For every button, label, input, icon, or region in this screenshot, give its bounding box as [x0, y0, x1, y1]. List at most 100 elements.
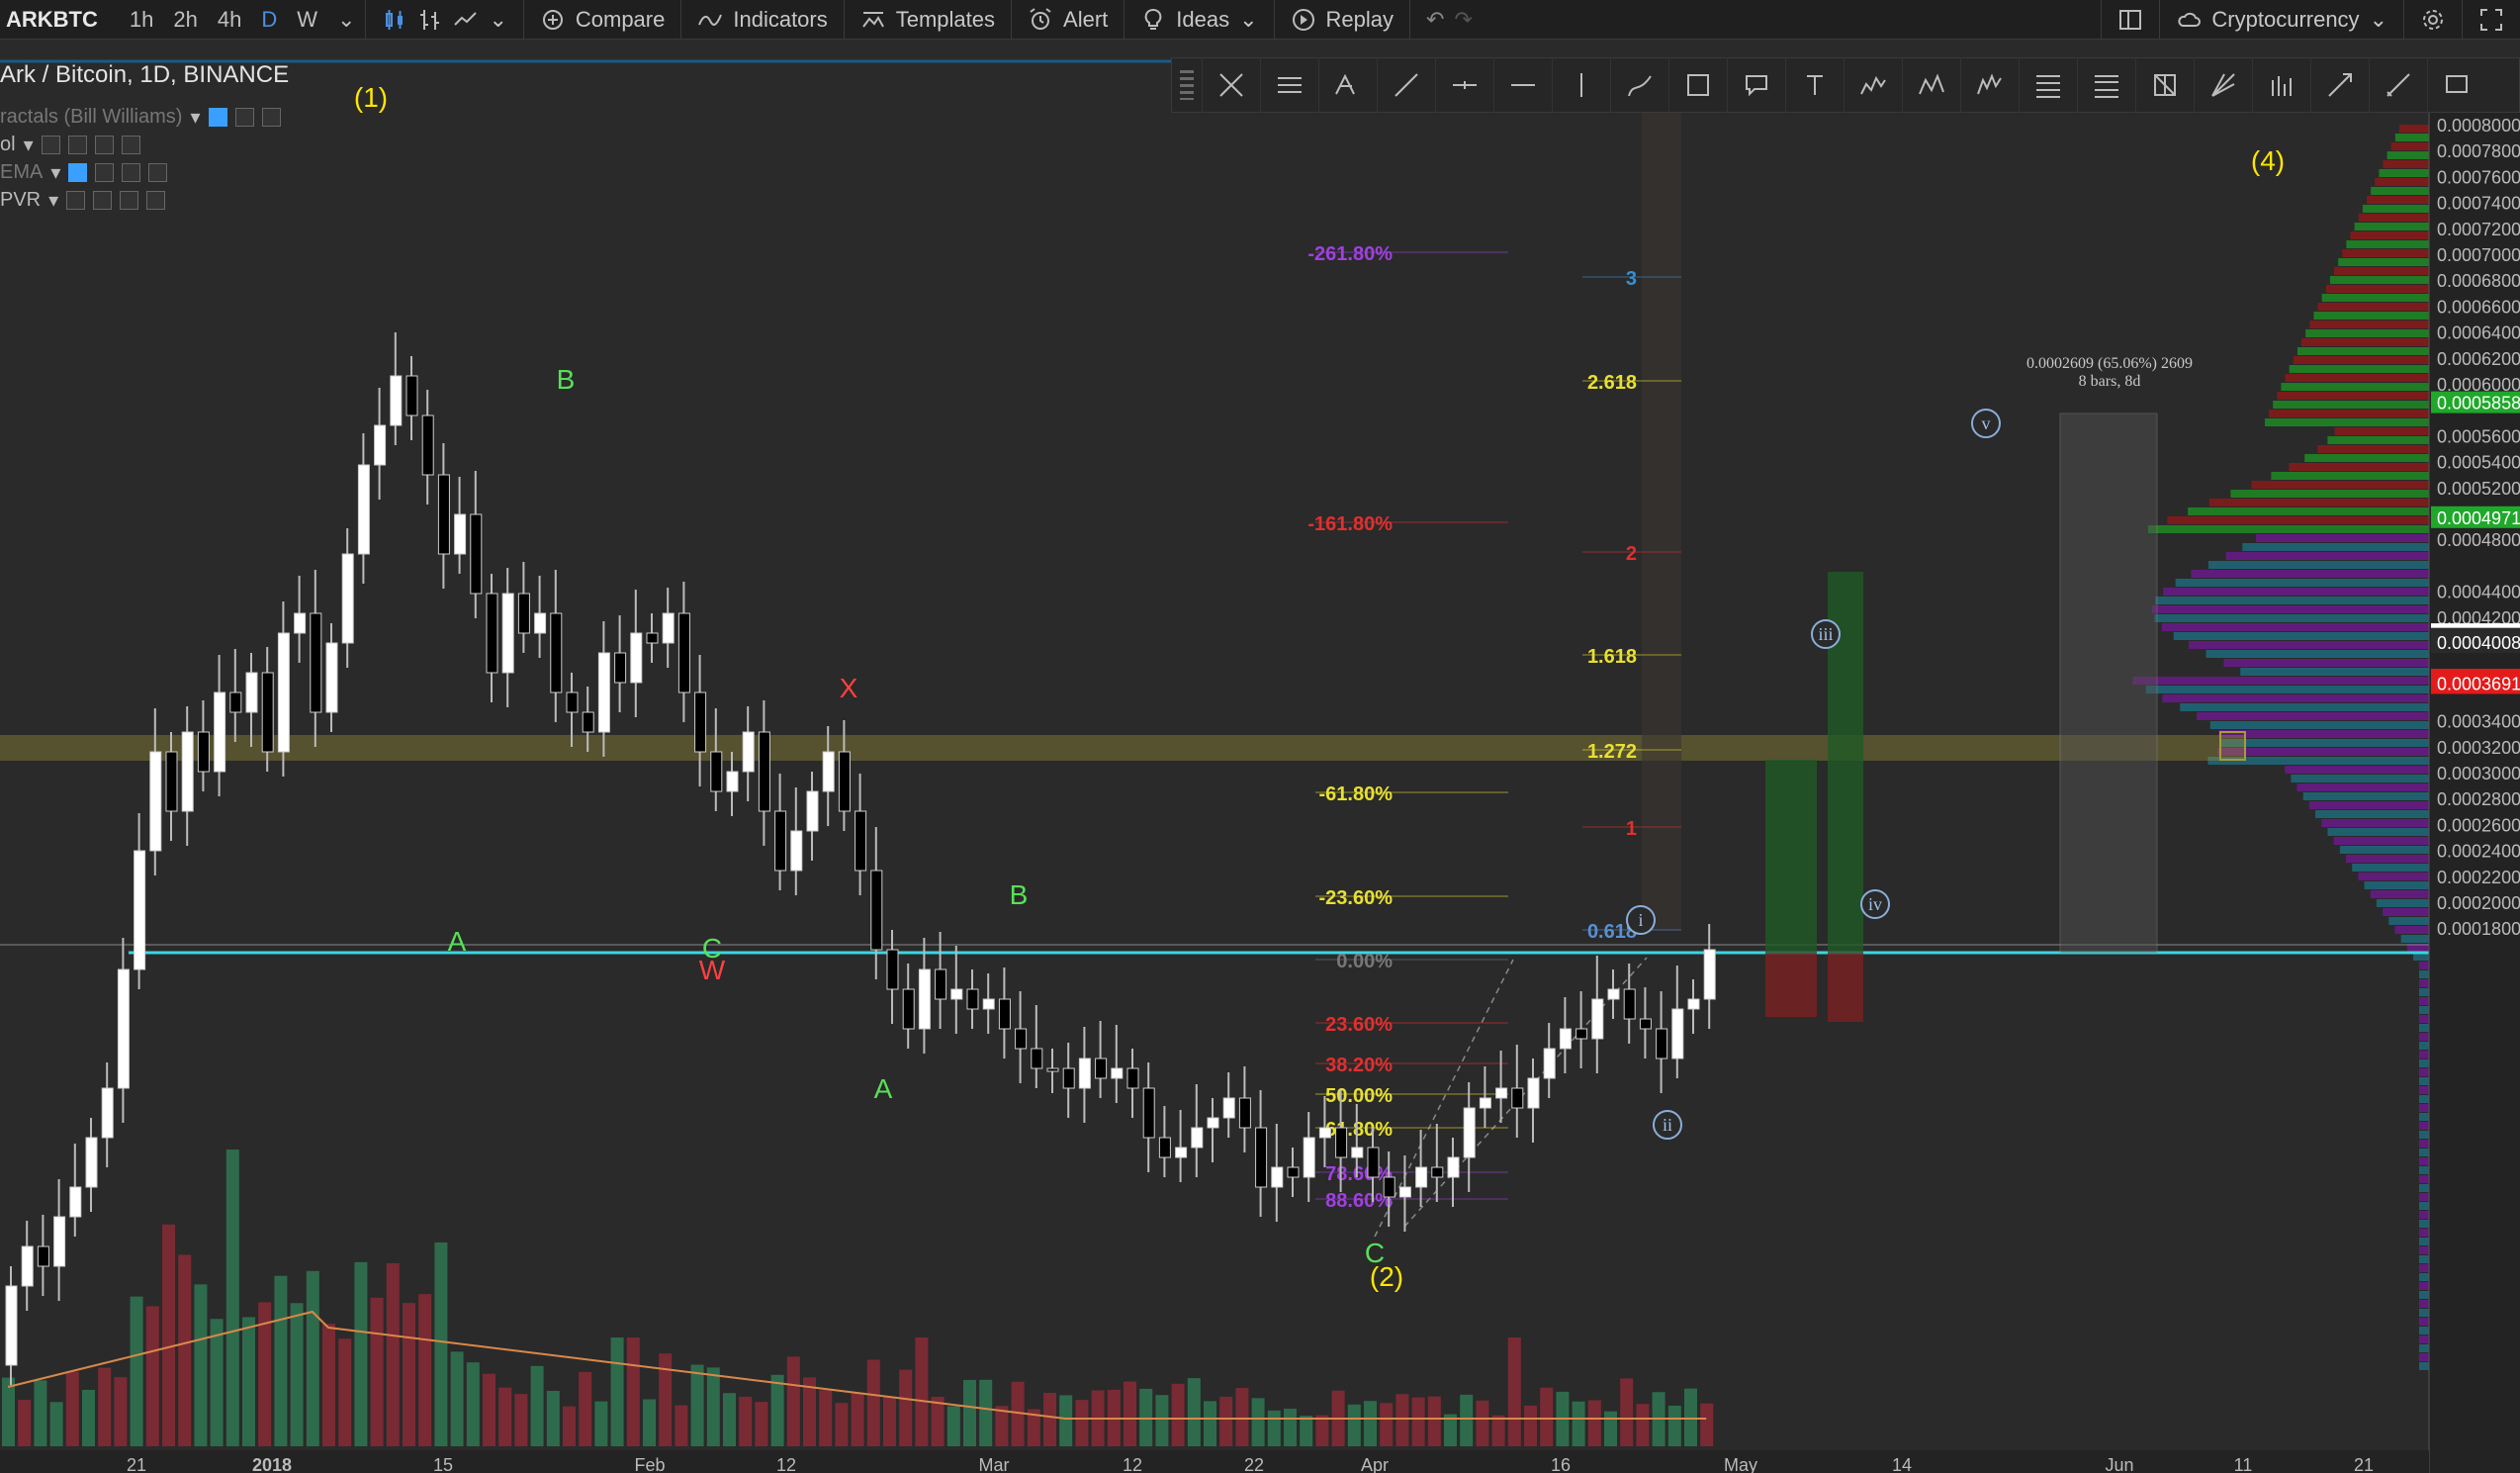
volume-profile-tool[interactable] — [2252, 57, 2310, 113]
cursor-tool[interactable] — [1202, 57, 1260, 113]
candle-body — [534, 612, 547, 634]
volume-profile-row — [2256, 534, 2429, 542]
plus-icon[interactable] — [122, 163, 141, 182]
volume-bar — [1059, 1395, 1073, 1446]
symbol-search[interactable]: ARKBTC — [0, 7, 120, 33]
volume-profile-row — [2364, 881, 2429, 889]
rectangle-tool[interactable] — [1668, 57, 1727, 113]
fib-level-label: 0.00% — [1336, 951, 1393, 972]
alert-button[interactable]: Alert — [1011, 0, 1124, 40]
volume-profile-row — [2419, 1309, 2429, 1317]
candle-body — [582, 711, 594, 733]
long-position-tool[interactable] — [2310, 57, 2369, 113]
bar-style-button[interactable]: ⌄ — [365, 0, 522, 40]
volume-bar — [851, 1393, 864, 1446]
volume-profile-row — [2251, 481, 2429, 489]
fib-extension-tool[interactable] — [2077, 57, 2135, 113]
volume-bar — [178, 1254, 192, 1446]
eye-icon[interactable] — [41, 136, 60, 154]
undo-icon[interactable]: ↶ — [1426, 7, 1444, 33]
candle-body — [37, 1245, 49, 1267]
volume-profile-row — [2154, 614, 2429, 622]
vertical-line-tool[interactable] — [1552, 57, 1610, 113]
volume-bar — [194, 1284, 208, 1446]
elliott-tool[interactable] — [1960, 57, 2019, 113]
candle-body — [902, 988, 915, 1030]
horizontal-lines-tool[interactable] — [1260, 57, 1318, 113]
plus-icon[interactable] — [94, 136, 114, 154]
volume-bar — [579, 1371, 592, 1446]
close-icon[interactable] — [121, 136, 140, 154]
interval-1d[interactable]: D — [251, 7, 287, 33]
pitchfork-tool[interactable] — [1318, 57, 1377, 113]
volume-profile-row — [2173, 632, 2429, 640]
study-fractals[interactable]: ractals (Bill Williams) ▾ — [0, 105, 281, 130]
price-label: 0.0007400 — [2437, 194, 2520, 214]
study-ema[interactable]: EMA ▾ — [0, 160, 168, 185]
interval-1w[interactable]: W — [287, 7, 327, 33]
candle-body — [486, 593, 498, 674]
undo-redo: ↶ ↷ — [1409, 0, 1488, 40]
settings-icon[interactable] — [67, 136, 87, 154]
wave-label-top_1: (1) — [354, 82, 388, 113]
ideas-button[interactable]: Ideas ⌄ — [1124, 0, 1273, 40]
measure-text: 8 bars, 8d — [2079, 373, 2141, 390]
lightbulb-icon — [1144, 8, 1162, 30]
drag-handle[interactable] — [1180, 70, 1194, 100]
text-tool[interactable] — [1785, 57, 1844, 113]
study-label: ractals (Bill Williams) — [0, 106, 183, 128]
rectangle-icon — [1687, 74, 1709, 96]
price-label: 0.0003400 — [2437, 712, 2520, 732]
brush-tool[interactable] — [1610, 57, 1668, 113]
abcd-tool[interactable] — [1902, 57, 1960, 113]
settings-button[interactable] — [2403, 0, 2462, 40]
candle-body — [181, 731, 194, 812]
candles-icon — [386, 9, 404, 30]
settings-icon[interactable] — [93, 191, 113, 210]
layout-button[interactable] — [2101, 0, 2159, 40]
candle-body — [774, 810, 787, 872]
interval-4h[interactable]: 4h — [208, 7, 251, 33]
market-button[interactable]: Cryptocurrency ⌄ — [2159, 0, 2403, 40]
gann-box-tool[interactable] — [2135, 57, 2194, 113]
close-icon[interactable] — [146, 191, 166, 210]
trend-line-tool[interactable] — [1377, 57, 1435, 113]
eye-icon[interactable] — [66, 191, 86, 210]
ideas-label: Ideas — [1176, 6, 1230, 32]
volume-profile-row — [2225, 552, 2429, 560]
horizontal-ray-tool[interactable] — [1435, 57, 1493, 113]
study-pvr[interactable]: PVR ▾ — [0, 188, 166, 213]
gann-fan-tool[interactable] — [2194, 57, 2252, 113]
price-chart[interactable]: 0.0002609 (65.06%) 26098 bars, 8d -261.8… — [0, 42, 2520, 1473]
eye-icon[interactable] — [208, 108, 227, 127]
replay-button[interactable]: Replay — [1273, 0, 1409, 40]
fullscreen-button[interactable] — [2462, 0, 2520, 40]
indicators-button[interactable]: Indicators — [680, 0, 843, 40]
candle-body — [1175, 1147, 1188, 1158]
note-tool[interactable] — [2427, 57, 2485, 113]
candle-body — [1479, 1097, 1491, 1109]
volume-profile-row — [2388, 917, 2429, 925]
settings-icon[interactable] — [95, 163, 115, 182]
close-icon[interactable] — [261, 108, 281, 127]
volume-profile-row — [2346, 855, 2429, 863]
chevron-down-icon[interactable]: ⌄ — [327, 7, 365, 33]
price-range-tool[interactable] — [2369, 57, 2427, 113]
volume-profile-row — [2419, 1104, 2429, 1112]
redo-icon[interactable]: ↷ — [1454, 7, 1472, 33]
compare-button[interactable]: Compare — [522, 0, 680, 40]
interval-1h[interactable]: 1h — [120, 7, 163, 33]
settings-icon[interactable] — [234, 108, 254, 127]
eye-icon[interactable] — [68, 163, 88, 182]
pattern-tool[interactable] — [1844, 57, 1902, 113]
price-label: 0.0005400 — [2437, 453, 2520, 473]
study-volume[interactable]: ol ▾ — [0, 133, 140, 157]
candle-body — [566, 691, 579, 713]
close-icon[interactable] — [148, 163, 168, 182]
horizontal-line-tool[interactable] — [1493, 57, 1552, 113]
templates-button[interactable]: Templates — [843, 0, 1011, 40]
interval-2h[interactable]: 2h — [163, 7, 207, 33]
fib-retracement-tool[interactable] — [2019, 57, 2077, 113]
callout-tool[interactable] — [1727, 57, 1785, 113]
plus-icon[interactable] — [120, 191, 139, 210]
